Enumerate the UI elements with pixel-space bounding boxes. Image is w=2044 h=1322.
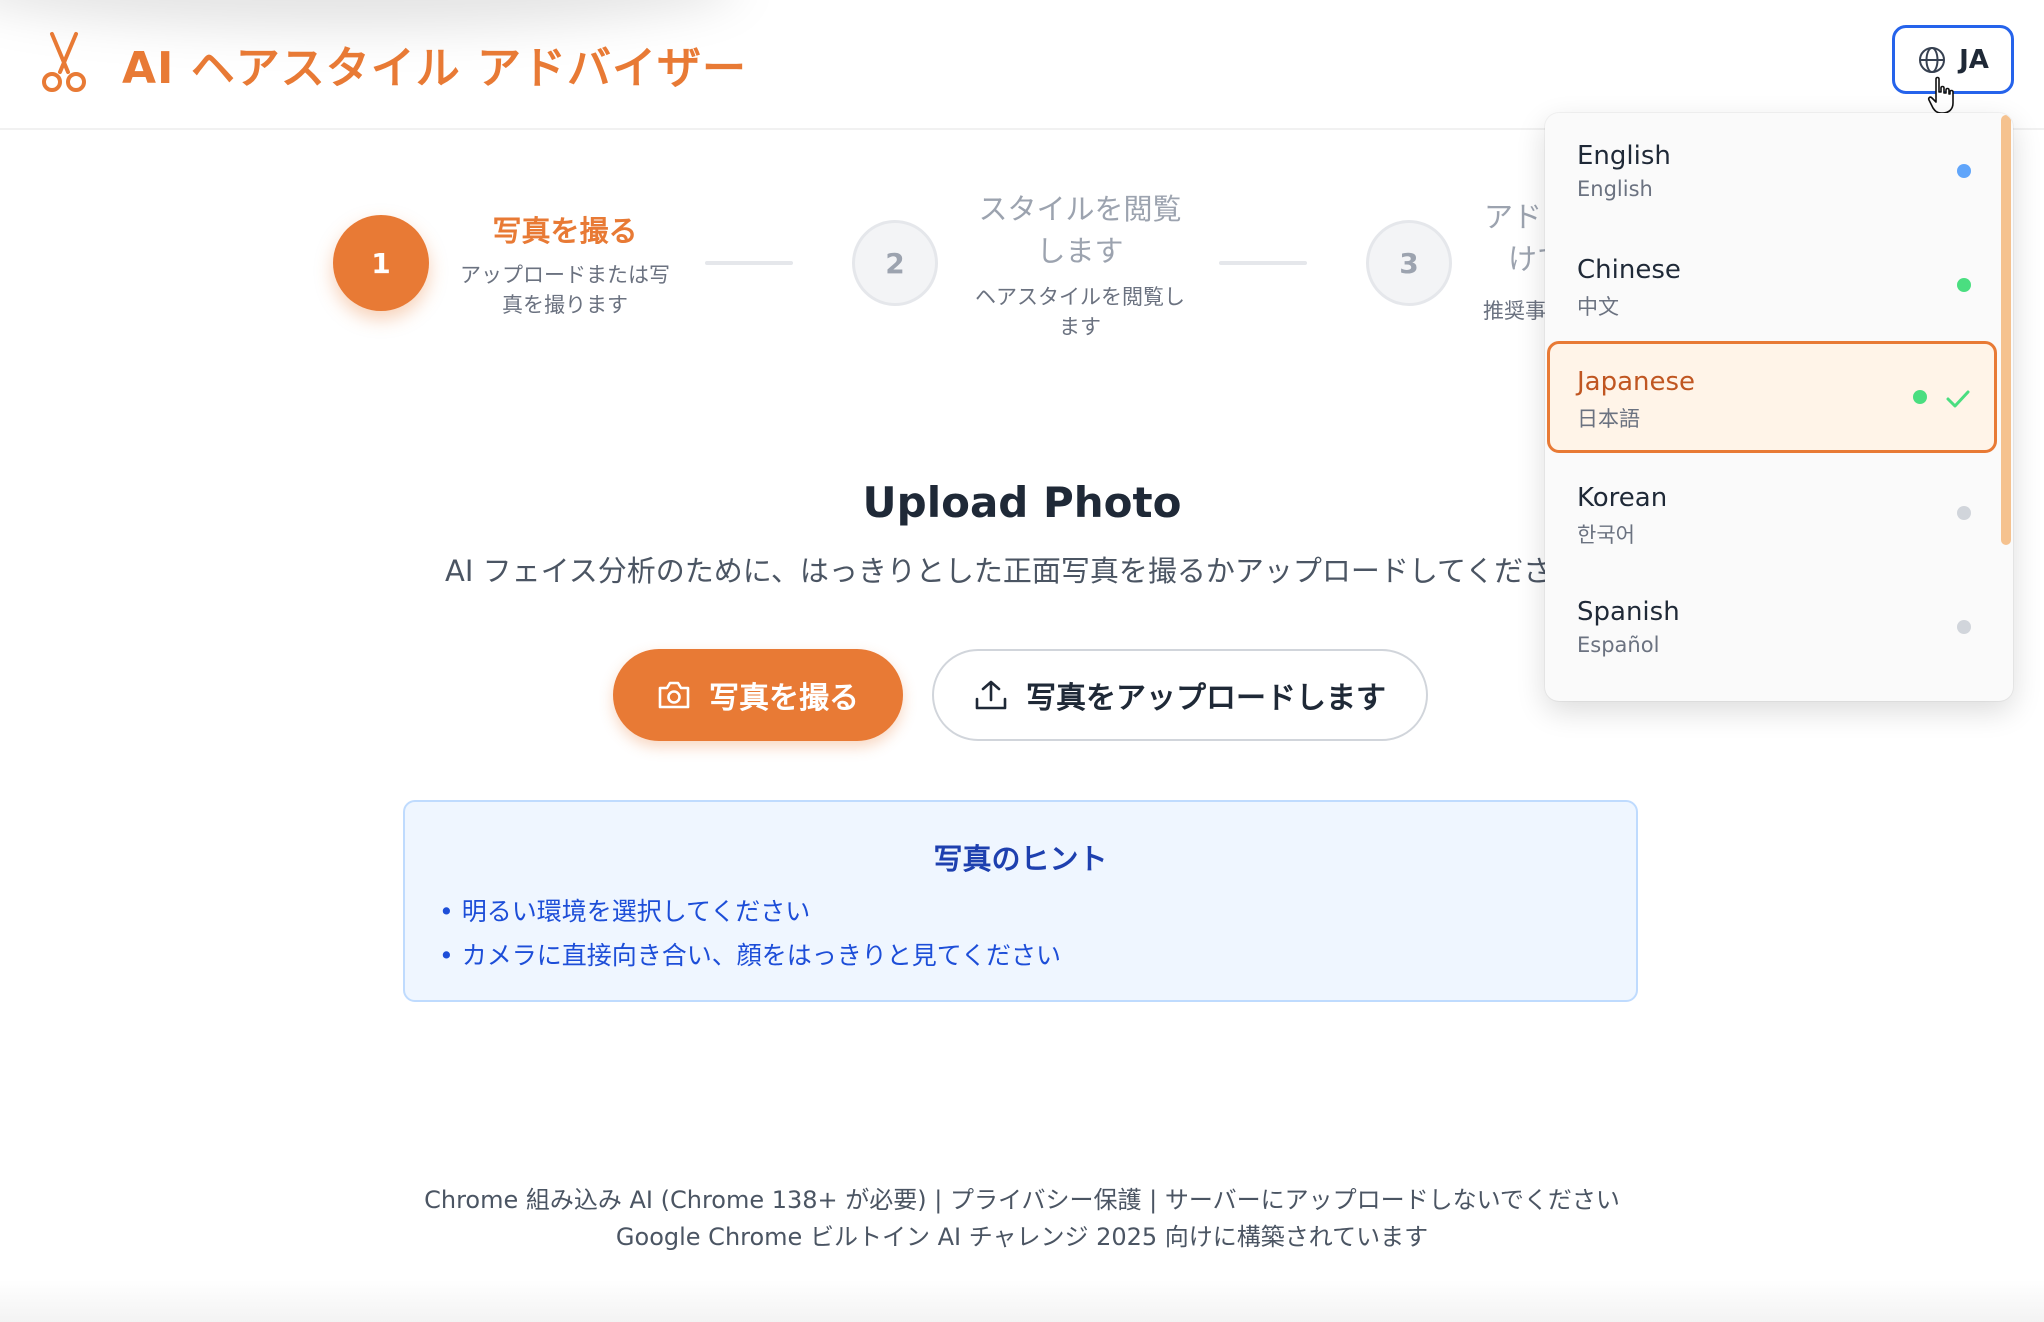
language-option-japanese[interactable]: Japanese 日本語 xyxy=(1547,341,1997,453)
app-header: AI ヘアスタイル アドバイザー xyxy=(0,0,2044,130)
globe-icon xyxy=(1919,46,1946,73)
status-dot xyxy=(1957,506,1971,520)
tips-item: • 明るい環境を選択してください xyxy=(439,897,811,926)
step-2-number: 2 xyxy=(852,220,938,306)
header-shadow xyxy=(0,0,740,30)
footer-line-1: Chrome 組み込み AI (Chrome 138+ が必要) | プライバシ… xyxy=(424,1186,1620,1214)
language-native-name: 日本語 xyxy=(1577,407,1640,431)
step-1-title: 写真を撮る xyxy=(492,214,638,248)
language-native-name: 中文 xyxy=(1577,295,1619,319)
language-button-label: JA xyxy=(1959,44,1989,75)
status-dot xyxy=(1957,164,1971,178)
language-native-name: English xyxy=(1577,177,1653,201)
take-photo-label: 写真を撮る xyxy=(709,681,859,716)
step-3-number: 3 xyxy=(1366,220,1452,306)
upload-photo-button[interactable]: 写真をアップロードします xyxy=(932,649,1428,741)
language-menu-scrollbar[interactable] xyxy=(2001,115,2011,545)
language-option-english[interactable]: English English xyxy=(1547,115,1997,227)
status-dot xyxy=(1913,390,1927,404)
photo-tips-panel: 写真のヒント • 明るい環境を選択してください • カメラに直接向き合い、顔をは… xyxy=(403,800,1638,1002)
language-native-name: Español xyxy=(1577,633,1660,657)
step-connector xyxy=(1219,261,1307,265)
language-name: Japanese xyxy=(1577,367,1696,397)
bottom-shade xyxy=(0,1280,2044,1322)
language-name: Korean xyxy=(1577,483,1668,513)
scissors-icon xyxy=(42,32,86,92)
step-2-title: スタイルを閲覧 します xyxy=(978,192,1182,268)
footer-line-2: Google Chrome ビルトイン AI チャレンジ 2025 向けに構築さ… xyxy=(615,1223,1429,1251)
language-option-korean[interactable]: Korean 한국어 xyxy=(1547,457,1997,569)
checkmark-icon xyxy=(1946,390,1970,408)
upload-subtitle-container: AI フェイス分析のために、はっきりとした正面写真を撮るかアップロードしてくださ… xyxy=(0,548,1545,596)
take-photo-button[interactable]: 写真を撮る xyxy=(613,649,903,741)
upload-icon xyxy=(975,680,1007,710)
upload-subtitle: AI フェイス分析のために、はっきりとした正面写真を撮るかアップロードしてくださ… xyxy=(445,554,1545,588)
progress-steps: 1 写真を撮る アップロードまたは写 真を撮ります 2 スタイルを閲覧 します … xyxy=(0,170,1545,350)
step-3-title: アド けて xyxy=(1484,200,1545,276)
upload-photo-label: 写真をアップロードします xyxy=(1026,681,1386,716)
language-name: Spanish xyxy=(1577,597,1680,627)
status-dot xyxy=(1957,620,1971,634)
step-1-description: アップロードまたは写 真を撮ります xyxy=(460,263,670,317)
hand-cursor-icon xyxy=(1927,76,1954,114)
camera-icon xyxy=(658,681,690,709)
status-dot xyxy=(1957,278,1971,292)
tips-title: 写真のヒント xyxy=(933,842,1108,876)
language-option-spanish[interactable]: Spanish Español xyxy=(1547,571,1997,683)
step-connector xyxy=(705,261,793,265)
step-2-description: ヘアスタイルを閲覧し ます xyxy=(975,285,1185,339)
language-name: English xyxy=(1577,141,1671,171)
app-title: AI ヘアスタイル アドバイザー xyxy=(122,43,748,94)
language-option-chinese[interactable]: Chinese 中文 xyxy=(1547,229,1997,341)
language-name: Chinese xyxy=(1577,255,1681,285)
language-menu: English English Chinese 中文 Japanese 日本語 … xyxy=(1545,113,2013,701)
step-1-number: 1 xyxy=(333,215,429,311)
step-3-description: 推奨事 xyxy=(1483,299,1545,323)
tips-item: • カメラに直接向き合い、顔をはっきりと見てください xyxy=(439,941,1061,970)
language-native-name: 한국어 xyxy=(1577,523,1635,547)
